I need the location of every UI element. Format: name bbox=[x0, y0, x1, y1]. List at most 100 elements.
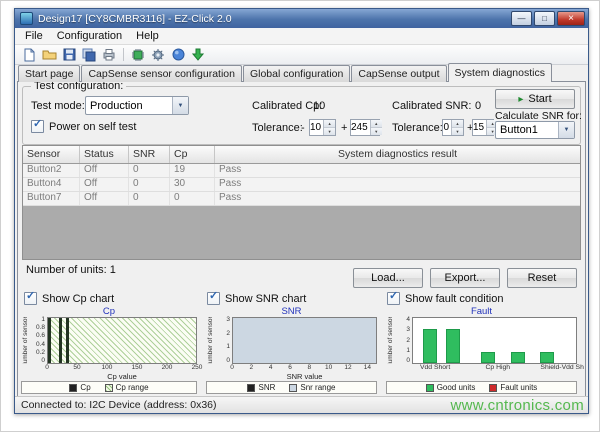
spin-down-icon[interactable]: ▼ bbox=[324, 128, 335, 135]
close-button[interactable]: × bbox=[557, 11, 585, 26]
connect-icon[interactable] bbox=[169, 46, 187, 63]
x-axis-label bbox=[412, 372, 577, 381]
calculate-snr-value: Button1 bbox=[496, 124, 558, 136]
menu-help[interactable]: Help bbox=[129, 29, 166, 43]
menu-configuration[interactable]: Configuration bbox=[50, 29, 129, 43]
tab-global-configuration[interactable]: Global configuration bbox=[243, 65, 350, 82]
download-icon[interactable] bbox=[189, 46, 207, 63]
plot-column: 050100150200250Cp value bbox=[47, 317, 197, 381]
chart-title: SNR bbox=[206, 306, 377, 317]
spin-up-icon[interactable]: ▲ bbox=[371, 120, 382, 128]
spin-down-icon[interactable]: ▼ bbox=[452, 128, 463, 135]
system-diagnostics-panel: Test configuration: Test mode: Productio… bbox=[17, 81, 586, 397]
export-button[interactable]: Export... bbox=[430, 268, 500, 288]
green-swatch-icon bbox=[426, 384, 434, 392]
spinner-buttons[interactable]: ▲ ▼ bbox=[370, 120, 382, 135]
start-button-label: Start bbox=[528, 93, 551, 105]
gear-icon[interactable] bbox=[149, 46, 167, 63]
start-button[interactable]: ▸ Start bbox=[495, 89, 575, 109]
checkbox-box[interactable]: ✓ bbox=[387, 292, 400, 305]
x-axis-ticks: 050100150200250 bbox=[47, 364, 197, 372]
load-button[interactable]: Load... bbox=[353, 268, 423, 288]
checkbox-box[interactable]: ✓ bbox=[207, 292, 220, 305]
fault-chart: FaultNumber of sensors43210Vdd ShortCp H… bbox=[386, 306, 577, 394]
save-icon[interactable] bbox=[60, 46, 78, 63]
menu-file[interactable]: File bbox=[18, 29, 50, 43]
menu-bar: File Configuration Help bbox=[15, 28, 588, 45]
cp-tolerance-max-spinner[interactable]: 245 ▲ ▼ bbox=[350, 119, 380, 136]
show-cp-chart-checkbox[interactable]: ✓ Show Cp chart bbox=[24, 292, 114, 305]
table-row[interactable]: Button7 Off 0 0 Pass bbox=[23, 192, 580, 206]
minimize-button[interactable]: — bbox=[511, 11, 532, 26]
cell-result: Pass bbox=[215, 192, 580, 205]
x-axis-ticks: Vdd ShortCp HighShield-Vdd Sh bbox=[412, 364, 577, 372]
tab-strip: Start page CapSense sensor configuration… bbox=[15, 65, 588, 82]
tab-system-diagnostics[interactable]: System diagnostics bbox=[448, 63, 552, 82]
x-axis-label: SNR value bbox=[232, 372, 377, 381]
save-all-icon[interactable] bbox=[80, 46, 98, 63]
cp-tolerance-label: Tolerance: bbox=[252, 122, 303, 134]
cp-tolerance-min-spinner[interactable]: 10 ▲ ▼ bbox=[309, 119, 336, 136]
test-mode-select[interactable]: Production ▼ bbox=[85, 96, 189, 115]
toolbar-separator bbox=[123, 48, 124, 61]
chevron-down-icon[interactable]: ▼ bbox=[558, 122, 574, 138]
cell-snr: 0 bbox=[129, 164, 170, 177]
report-icon[interactable] bbox=[100, 46, 118, 63]
cell-status: Off bbox=[80, 164, 129, 177]
tab-start-page[interactable]: Start page bbox=[18, 65, 80, 82]
open-folder-icon[interactable] bbox=[40, 46, 58, 63]
table-row[interactable]: Button2 Off 0 19 Pass bbox=[23, 164, 580, 178]
group-label: Test configuration: bbox=[31, 81, 126, 92]
calculate-snr-select[interactable]: Button1 ▼ bbox=[495, 121, 575, 139]
cell-status: Off bbox=[80, 192, 129, 205]
legend-item: Snr range bbox=[289, 383, 335, 392]
bar bbox=[446, 329, 460, 363]
x-tick-label: 2 bbox=[250, 364, 254, 372]
new-file-icon[interactable] bbox=[20, 46, 38, 63]
column-header-cp: Cp bbox=[170, 146, 215, 163]
spinner-value: 0 bbox=[443, 120, 451, 135]
spin-down-icon[interactable]: ▼ bbox=[371, 128, 382, 135]
cell-result: Pass bbox=[215, 164, 580, 177]
checkbox-box[interactable]: ✓ bbox=[24, 292, 37, 305]
cp-tolerance-plus: + bbox=[341, 122, 347, 134]
app-icon bbox=[20, 12, 33, 25]
chip-icon[interactable] bbox=[129, 46, 147, 63]
y-tick-label: 4 bbox=[406, 317, 410, 323]
show-fault-condition-checkbox[interactable]: ✓ Show fault condition bbox=[387, 292, 503, 305]
cell-snr: 0 bbox=[129, 192, 170, 205]
show-snr-chart-checkbox[interactable]: ✓ Show SNR chart bbox=[207, 292, 306, 305]
spinner-buttons[interactable]: ▲ ▼ bbox=[451, 120, 463, 135]
reset-button[interactable]: Reset bbox=[507, 268, 577, 288]
y-axis-label: Number of sensors bbox=[386, 317, 395, 364]
check-icon: ✓ bbox=[209, 289, 218, 302]
title-bar[interactable]: Design17 [CY8CMBR3116] - EZ-Click 2.0 — … bbox=[15, 9, 588, 28]
checkbox-box[interactable]: ✓ bbox=[31, 120, 44, 133]
cell-snr: 0 bbox=[129, 178, 170, 191]
action-buttons: Load... Export... Reset bbox=[353, 268, 577, 288]
chart-legend: SNRSnr range bbox=[206, 381, 377, 394]
x-category-label: Cp High bbox=[486, 364, 511, 372]
chart-body: Number of sensors10.80.60.40.20050100150… bbox=[21, 317, 197, 381]
power-on-self-test-checkbox[interactable]: ✓ Power on self test bbox=[31, 120, 136, 133]
tab-capsense-sensor-configuration[interactable]: CapSense sensor configuration bbox=[81, 65, 242, 82]
spin-up-icon[interactable]: ▲ bbox=[452, 120, 463, 128]
check-icon: ✓ bbox=[26, 289, 35, 302]
table-row[interactable]: Button4 Off 0 30 Pass bbox=[23, 178, 580, 192]
cell-result: Pass bbox=[215, 178, 580, 191]
y-tick-label: 0.4 bbox=[36, 342, 45, 348]
app-window: Design17 [CY8CMBR3116] - EZ-Click 2.0 — … bbox=[14, 8, 589, 414]
maximize-button[interactable]: □ bbox=[534, 11, 555, 26]
snr-tolerance-min-spinner[interactable]: 0 ▲ ▼ bbox=[442, 119, 464, 136]
spinner-buttons[interactable]: ▲ ▼ bbox=[323, 120, 335, 135]
snr-tolerance-max-spinner[interactable]: 15 ▲ ▼ bbox=[472, 119, 494, 136]
x-tick-label: 12 bbox=[344, 364, 351, 372]
cp-tolerance-minus: - bbox=[301, 122, 305, 134]
cp-chart: CpNumber of sensors10.80.60.40.200501001… bbox=[21, 306, 197, 394]
tab-capsense-output[interactable]: CapSense output bbox=[351, 65, 446, 82]
y-axis-ticks: 43210 bbox=[395, 317, 412, 364]
chevron-down-icon[interactable]: ▼ bbox=[172, 97, 188, 114]
diagnostics-table[interactable]: Sensor Status SNR Cp System diagnostics … bbox=[22, 145, 581, 260]
spin-up-icon[interactable]: ▲ bbox=[324, 120, 335, 128]
chevron-glyph: ▼ bbox=[564, 127, 570, 133]
